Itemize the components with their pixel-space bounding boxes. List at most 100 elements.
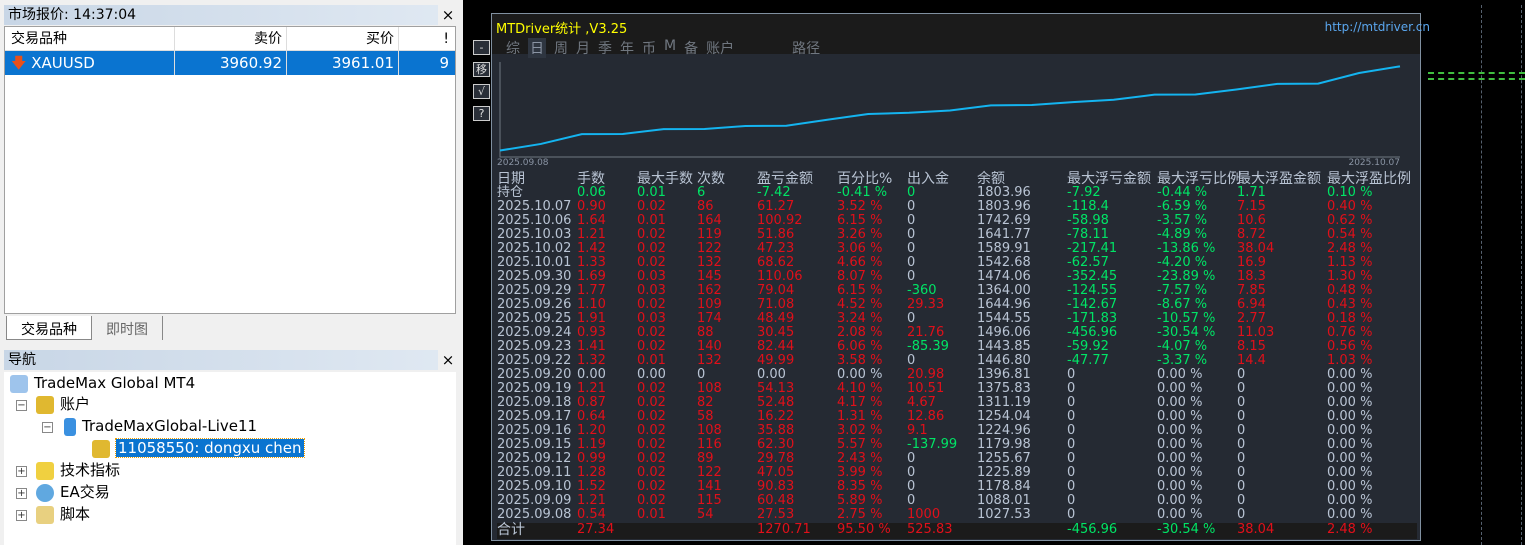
cell: 1.64 (577, 213, 606, 228)
cell: 82 (697, 395, 714, 410)
cell: 8.72 (1237, 227, 1266, 242)
cell: 0.02 (637, 465, 666, 480)
cell: 1.69 (577, 269, 606, 284)
cell: 1803.96 (977, 185, 1031, 200)
cell: 0.00 % (1327, 507, 1373, 522)
cell: 0 (1067, 423, 1076, 438)
tree-root[interactable]: TradeMax Global MT4 (10, 373, 195, 393)
cell: 0 (1067, 367, 1076, 382)
cell: 5.57 % (837, 437, 883, 452)
website-link[interactable]: http://mtdriver.cn (1325, 20, 1430, 34)
cell: 日期 (497, 171, 525, 187)
cell: 1742.69 (977, 213, 1031, 228)
cell: 38.04 (1237, 522, 1275, 537)
ask: 3961.01 (287, 51, 399, 75)
cell: 38.04 (1237, 241, 1275, 256)
close-icon[interactable]: × (440, 350, 456, 370)
cell: -217.41 (1067, 241, 1118, 256)
expand-icon[interactable]: + (16, 510, 27, 521)
cell: 1.03 % (1327, 353, 1373, 368)
collapse-icon[interactable]: − (16, 400, 27, 411)
cell: 1364.00 (977, 283, 1031, 298)
cell: 14.4 (1237, 353, 1266, 368)
cell: 3.99 % (837, 465, 883, 480)
cell: 0.02 (637, 409, 666, 424)
cell: 0 (1237, 395, 1246, 410)
cell: 164 (697, 213, 722, 228)
cell: 0.02 (637, 325, 666, 340)
tab-symbols[interactable]: 交易品种 (6, 316, 92, 340)
cell: 1225.89 (977, 465, 1031, 480)
cell: 0.64 (577, 409, 606, 424)
cell: 0.00 % (1157, 437, 1203, 452)
cell: 0.01 (637, 507, 666, 522)
col-symbol[interactable]: 交易品种 (5, 27, 175, 50)
cell: -137.99 (907, 437, 958, 452)
tree-accounts[interactable]: 账户 (36, 394, 90, 414)
cell: -456.96 (1067, 522, 1118, 537)
cell: 82.44 (757, 339, 795, 354)
cell: 145 (697, 269, 722, 284)
cell: 0.00 % (837, 367, 883, 382)
cell: 12.86 (907, 409, 945, 424)
col-ask[interactable]: 买价 (287, 27, 399, 50)
cell: 最大浮盈比例 (1327, 171, 1411, 187)
move-button[interactable]: 移 (473, 62, 490, 77)
cell: 6.15 % (837, 213, 883, 228)
cell: 20.98 (907, 367, 945, 382)
cell: 18.3 (1237, 269, 1266, 284)
cell: 0.02 (637, 479, 666, 494)
tree-expert-advisors[interactable]: EA交易 (36, 482, 110, 502)
cell: 2.77 (1237, 311, 1266, 326)
minimize-button[interactable]: - (473, 40, 490, 55)
cell: 2025.09.23 (497, 339, 572, 354)
cell: 0.02 (637, 493, 666, 508)
expand-icon[interactable]: + (16, 466, 27, 477)
cell: 0 (907, 465, 916, 480)
cell: 最大浮亏比例 (1157, 171, 1241, 187)
tree-scripts[interactable]: 脚本 (36, 504, 90, 524)
cell: 61.27 (757, 199, 795, 214)
market-watch-table: 交易品种 卖价 买价 ! 🡇 XAUUSD 3960.92 3961.01 9 (4, 26, 456, 314)
col-spread[interactable]: ! (399, 27, 455, 50)
cell: 0.01 (637, 213, 666, 228)
cell: 0 (1237, 381, 1246, 396)
ea-icon (36, 483, 54, 502)
tree-account-login[interactable]: 11058550: dongxu chen (92, 438, 305, 458)
function-icon (36, 461, 54, 480)
left-dock: 市场报价: 14:37:04 × 交易品种 卖价 买价 ! 🡇 XAUUSD 3… (0, 0, 460, 545)
check-button[interactable]: √ (473, 84, 490, 99)
tree-server[interactable]: TradeMaxGlobal-Live11 (64, 416, 257, 436)
cell: 2025.09.29 (497, 283, 572, 298)
help-button[interactable]: ? (473, 106, 490, 121)
cell: 0.00 % (1327, 367, 1373, 382)
cell: 0.02 (637, 339, 666, 354)
cell: 1027.53 (977, 507, 1031, 522)
cell: 次数 (697, 171, 725, 187)
expand-icon[interactable]: + (16, 488, 27, 499)
cell: -7.57 % (1157, 283, 1208, 298)
cell: 1.41 (577, 339, 606, 354)
tree-indicators[interactable]: 技术指标 (36, 460, 120, 480)
cell: -6.59 % (1157, 199, 1208, 214)
cell: 1.52 (577, 479, 606, 494)
cell: 5.89 % (837, 493, 883, 508)
cell: 2025.10.01 (497, 255, 572, 270)
col-bid[interactable]: 卖价 (175, 27, 287, 50)
cell: 合计 (497, 522, 525, 538)
tab-tick-chart[interactable]: 即时图 (92, 316, 163, 340)
cell: 0 (1237, 479, 1246, 494)
cell: 0.02 (637, 395, 666, 410)
table-row[interactable]: 🡇 XAUUSD 3960.92 3961.01 9 (5, 51, 455, 75)
collapse-icon[interactable]: − (42, 422, 53, 433)
cell: 1.21 (577, 381, 606, 396)
cell: 0 (1237, 409, 1246, 424)
cell: 7.85 (1237, 283, 1266, 298)
cell: 0.02 (637, 451, 666, 466)
cell: 27.34 (577, 522, 615, 537)
cell: 0.00 % (1327, 479, 1373, 494)
cell: 89 (697, 451, 714, 466)
cell: 108 (697, 423, 722, 438)
close-icon[interactable]: × (440, 5, 456, 25)
cell: 0.40 % (1327, 199, 1373, 214)
